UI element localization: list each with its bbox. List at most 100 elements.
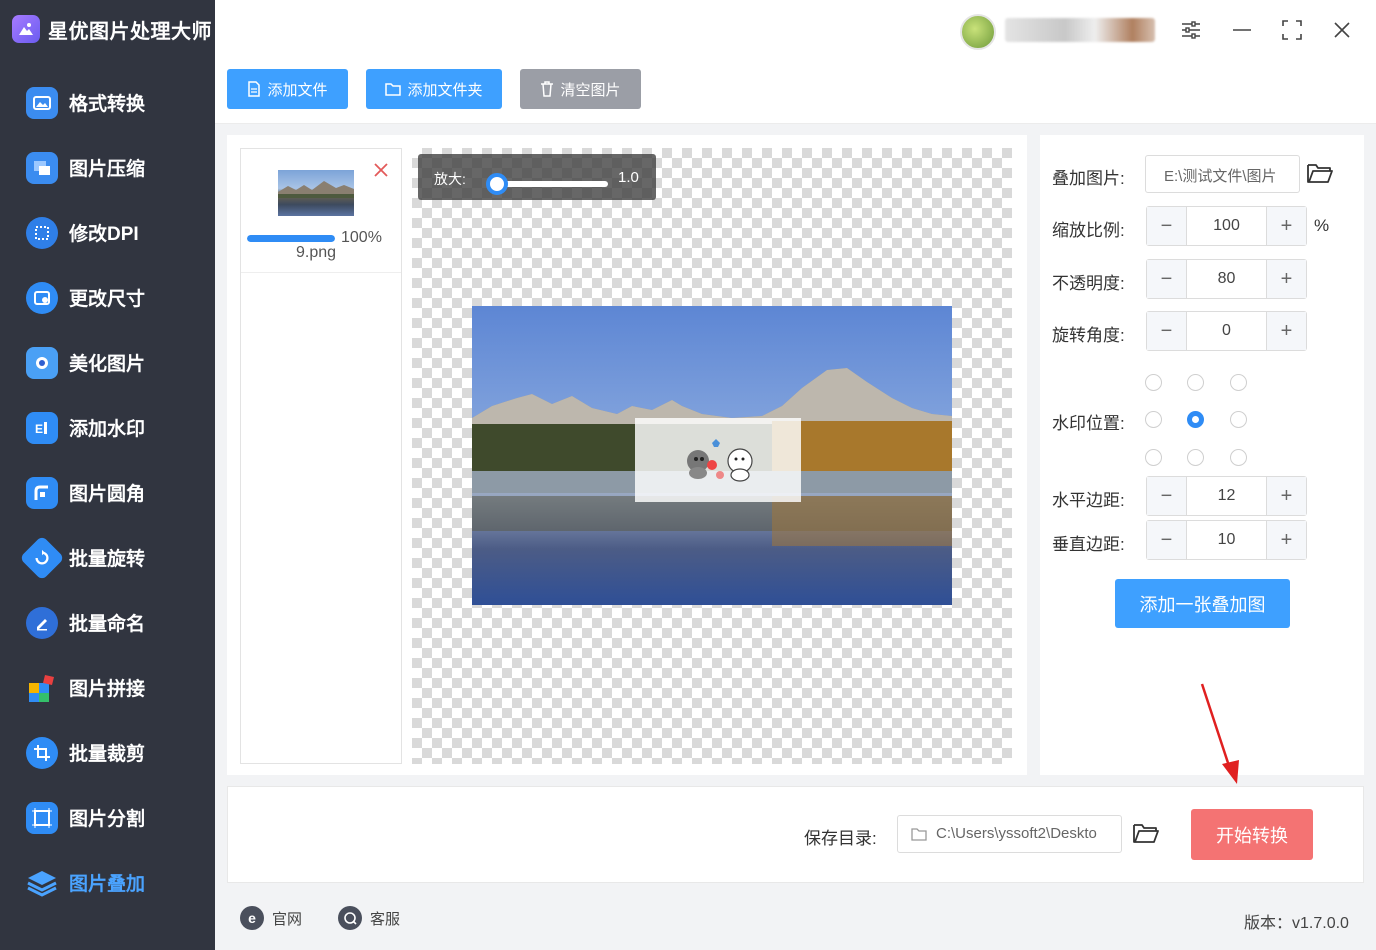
file-card[interactable]: 100% 9.png [241, 149, 401, 273]
add-file-label: 添加文件 [267, 81, 328, 99]
sidebar-item-split[interactable]: 图片分割 [0, 785, 215, 850]
layers-icon [26, 867, 58, 899]
sidebar-item-label: 添加水印 [69, 419, 146, 440]
start-convert-button[interactable]: 开始转换 [1191, 809, 1313, 860]
support-link[interactable]: 客服 [338, 906, 400, 930]
trash-icon [541, 81, 554, 97]
overlay-image[interactable] [635, 418, 801, 502]
scale-decrement-button[interactable]: − [1147, 207, 1187, 245]
remove-file-icon[interactable] [372, 161, 390, 179]
website-icon: e [240, 906, 264, 930]
sidebar-item-crop[interactable]: 批量裁剪 [0, 720, 215, 785]
sidebar-item-watermark[interactable]: E 添加水印 [0, 395, 215, 460]
position-radio-middle-left[interactable] [1145, 411, 1162, 428]
sidebar-item-label: 修改DPI [69, 224, 139, 245]
folder-icon [911, 828, 927, 841]
sidebar-item-label: 美化图片 [69, 354, 146, 375]
version-text: 版本：v1.7.0.0 [1244, 915, 1349, 932]
close-icon[interactable] [1328, 16, 1356, 44]
watermark-icon: E [26, 411, 58, 444]
zoom-slider-track[interactable] [496, 181, 608, 187]
file-list: 100% 9.png [240, 148, 402, 764]
support-icon [338, 906, 362, 930]
clear-images-button[interactable]: 清空图片 [520, 69, 641, 109]
minimize-icon[interactable] [1228, 16, 1256, 44]
zoom-value: 1.0 [618, 169, 639, 186]
v-margin-value[interactable]: 10 [1187, 521, 1266, 559]
rotation-increment-button[interactable]: + [1266, 312, 1306, 350]
sidebar: 星优图片处理大师 格式转换 图片压缩 修改DPI 更改尺寸 美化图片 E 添加水… [0, 0, 215, 950]
browse-save-folder-icon[interactable] [1133, 822, 1161, 848]
v-margin-stepper[interactable]: − 10 + [1146, 520, 1307, 560]
position-radio-bottom-left[interactable] [1145, 449, 1162, 466]
sidebar-item-label: 图片分割 [69, 809, 146, 830]
overlay-image-label: 叠加图片: [1052, 169, 1125, 188]
h-margin-decrement-button[interactable]: − [1147, 477, 1187, 515]
sidebar-item-label: 批量旋转 [69, 549, 146, 570]
opacity-stepper[interactable]: − 80 + [1146, 259, 1307, 299]
add-file-button[interactable]: 添加文件 [227, 69, 348, 109]
browse-folder-icon[interactable] [1307, 162, 1335, 188]
h-margin-value[interactable]: 12 [1187, 477, 1266, 515]
overlay-image-path-field[interactable]: E:\测试文件\图片 [1145, 155, 1300, 193]
sidebar-nav: 格式转换 图片压缩 修改DPI 更改尺寸 美化图片 E 添加水印 图片圆角 批量… [0, 70, 215, 915]
sidebar-item-resize[interactable]: 更改尺寸 [0, 265, 215, 330]
file-icon [248, 81, 261, 97]
position-radio-bottom-right[interactable] [1230, 449, 1247, 466]
opacity-increment-button[interactable]: + [1266, 260, 1306, 298]
rotate-icon [19, 534, 65, 581]
v-margin-decrement-button[interactable]: − [1147, 521, 1187, 559]
sidebar-item-rotate[interactable]: 批量旋转 [0, 525, 215, 590]
avatar[interactable] [960, 14, 996, 50]
sidebar-item-beautify[interactable]: 美化图片 [0, 330, 215, 395]
rotation-stepper[interactable]: − 0 + [1146, 311, 1307, 351]
position-radio-top-right[interactable] [1230, 374, 1247, 391]
add-overlay-button[interactable]: 添加一张叠加图 [1115, 579, 1290, 628]
puzzle-icon [26, 672, 58, 704]
position-radio-top-center[interactable] [1187, 374, 1204, 391]
h-margin-increment-button[interactable]: + [1266, 477, 1306, 515]
rotation-label: 旋转角度: [1052, 326, 1125, 345]
sidebar-item-puzzle[interactable]: 图片拼接 [0, 655, 215, 720]
sidebar-item-overlay[interactable]: 图片叠加 [0, 850, 215, 915]
position-radio-middle-right[interactable] [1230, 411, 1247, 428]
progress-bar [247, 235, 335, 242]
settings-icon[interactable] [1177, 16, 1205, 44]
save-dir-field[interactable]: C:\Users\yssoft2\Deskto [897, 815, 1122, 853]
file-thumbnail [278, 170, 354, 216]
sidebar-item-label: 批量命名 [69, 614, 146, 635]
scale-value[interactable]: 100 [1187, 207, 1266, 245]
zoom-slider-handle[interactable] [486, 173, 508, 195]
sidebar-item-format-convert[interactable]: 格式转换 [0, 70, 215, 135]
add-folder-button[interactable]: 添加文件夹 [366, 69, 502, 109]
v-margin-increment-button[interactable]: + [1266, 521, 1306, 559]
maximize-icon[interactable] [1278, 16, 1306, 44]
sidebar-item-label: 图片圆角 [69, 484, 146, 505]
scale-stepper[interactable]: − 100 + [1146, 206, 1307, 246]
scale-label: 缩放比例: [1052, 221, 1125, 240]
image-convert-icon [26, 86, 58, 119]
sidebar-item-dpi[interactable]: 修改DPI [0, 200, 215, 265]
scale-unit: % [1314, 216, 1330, 235]
sidebar-item-label: 批量裁剪 [69, 744, 146, 765]
scale-increment-button[interactable]: + [1266, 207, 1306, 245]
user-name-blurred [1005, 18, 1155, 42]
annotation-arrow-icon [1195, 680, 1245, 790]
position-radio-center[interactable] [1187, 411, 1204, 428]
rotation-value[interactable]: 0 [1187, 312, 1266, 350]
beautify-icon [26, 346, 58, 379]
opacity-decrement-button[interactable]: − [1147, 260, 1187, 298]
opacity-value[interactable]: 80 [1187, 260, 1266, 298]
sidebar-item-label: 图片叠加 [69, 874, 146, 895]
h-margin-stepper[interactable]: − 12 + [1146, 476, 1307, 516]
position-radio-bottom-center[interactable] [1187, 449, 1204, 466]
website-link[interactable]: e 官网 [240, 906, 302, 930]
sidebar-item-label: 格式转换 [69, 94, 146, 115]
zoom-control: 放大: 1.0 [418, 154, 656, 200]
rotation-decrement-button[interactable]: − [1147, 312, 1187, 350]
sidebar-item-round-corner[interactable]: 图片圆角 [0, 460, 215, 525]
position-radio-top-left[interactable] [1145, 374, 1162, 391]
sidebar-item-rename[interactable]: 批量命名 [0, 590, 215, 655]
zoom-label: 放大: [434, 171, 466, 187]
sidebar-item-compress[interactable]: 图片压缩 [0, 135, 215, 200]
